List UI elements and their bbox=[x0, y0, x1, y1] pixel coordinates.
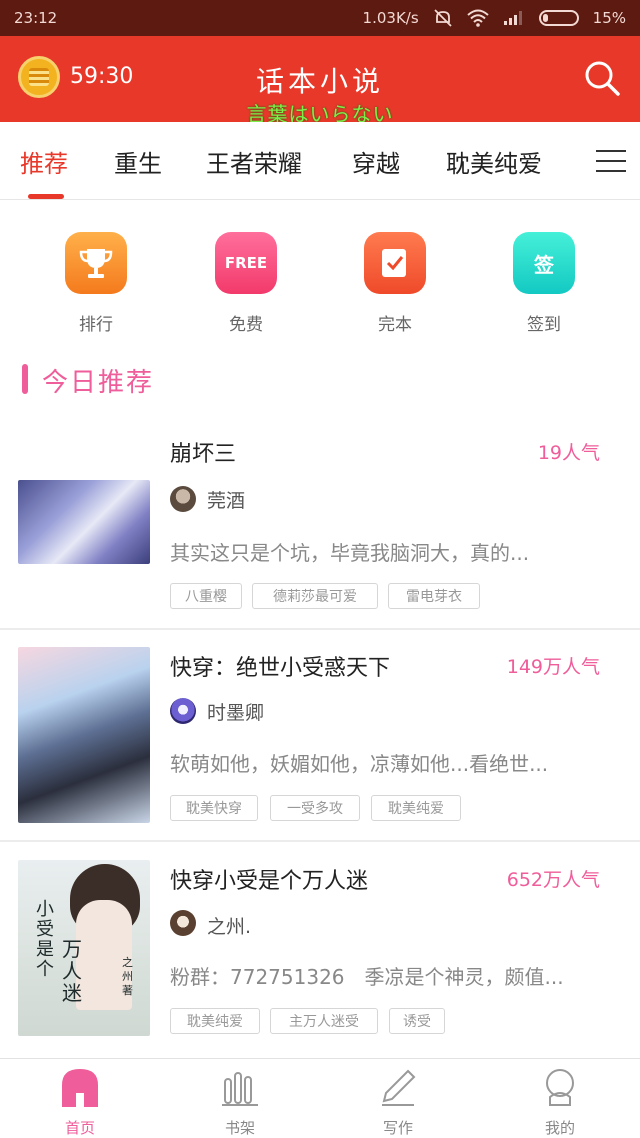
signal-icon bbox=[503, 11, 522, 25]
divider bbox=[0, 840, 640, 842]
nav-home-label: 首页 bbox=[64, 1119, 95, 1137]
book-tag[interactable]: 雷电芽衣 bbox=[388, 583, 480, 609]
book-tag[interactable]: 耽美纯爱 bbox=[371, 795, 461, 821]
nav-mine[interactable]: 我的 bbox=[500, 1067, 620, 1138]
book-cover[interactable]: 小受是个 万人迷 之州 著 bbox=[18, 860, 150, 1036]
free-badge: FREE bbox=[224, 254, 268, 272]
category-tabs: 推荐 重生 王者荣耀 穿越 耽美纯爱 bbox=[0, 122, 640, 200]
book-description: 粉群：772751326 季凉是个神灵，颇值... bbox=[170, 965, 564, 989]
avatar bbox=[170, 910, 196, 936]
book-author[interactable]: 之州. bbox=[207, 912, 251, 939]
trophy-icon bbox=[65, 232, 127, 294]
quick-sign-in[interactable]: 签 签到 bbox=[484, 232, 604, 335]
battery-level: 15% bbox=[592, 9, 626, 27]
app-title: 话本小说 bbox=[255, 65, 384, 98]
quick-free[interactable]: FREE 免费 bbox=[186, 232, 306, 335]
book-tag[interactable]: 德莉莎最可爱 bbox=[252, 583, 378, 609]
book-title[interactable]: 快穿小受是个万人迷 bbox=[170, 863, 368, 895]
battery-icon bbox=[538, 10, 579, 26]
tab-danmei[interactable]: 耽美纯爱 bbox=[446, 144, 542, 179]
book-cover[interactable] bbox=[18, 647, 150, 823]
book-author[interactable]: 莞酒 bbox=[207, 486, 245, 513]
check-note-icon bbox=[364, 232, 426, 294]
cover-title-2: 万人迷 bbox=[62, 937, 82, 1005]
cover-title-1: 小受是个 bbox=[36, 899, 54, 980]
book-tag[interactable]: 耽美快穿 bbox=[170, 795, 258, 821]
nav-home[interactable]: 首页 bbox=[20, 1067, 140, 1138]
nav-write[interactable]: 写作 bbox=[338, 1067, 458, 1138]
quick-completed-label: 完本 bbox=[378, 315, 412, 335]
book-tag[interactable]: 八重樱 bbox=[170, 583, 242, 609]
nav-bookshelf-label: 书架 bbox=[224, 1119, 255, 1137]
menu-icon[interactable] bbox=[596, 150, 626, 174]
active-tab-indicator bbox=[28, 194, 64, 199]
home-icon bbox=[62, 1069, 98, 1107]
free-icon: FREE bbox=[215, 232, 277, 294]
quick-ranking[interactable]: 排行 bbox=[36, 232, 156, 335]
quick-completed[interactable]: 完本 bbox=[335, 232, 455, 335]
status-bar: 23:12 1.03K/s 15% bbox=[0, 0, 640, 36]
book-tag[interactable]: 主万人迷受 bbox=[270, 1008, 378, 1034]
quick-free-label: 免费 bbox=[229, 315, 263, 335]
app-header: 59:30 话本小说 言葉はいらない bbox=[0, 36, 640, 126]
bookshelf-icon bbox=[222, 1072, 258, 1106]
search-icon[interactable] bbox=[582, 58, 622, 98]
tab-recommend[interactable]: 推荐 bbox=[20, 144, 68, 179]
sign-in-icon: 签 bbox=[513, 232, 575, 294]
avatar bbox=[170, 486, 196, 512]
book-title[interactable]: 快穿：绝世小受惑天下 bbox=[170, 650, 390, 682]
cover-author: 之州 著 bbox=[122, 956, 133, 997]
status-time: 23:12 bbox=[14, 9, 58, 27]
nav-write-label: 写作 bbox=[382, 1119, 413, 1137]
book-tag[interactable]: 诱受 bbox=[389, 1008, 445, 1034]
sign-in-badge: 签 bbox=[534, 252, 554, 277]
tab-honor-of-kings[interactable]: 王者荣耀 bbox=[206, 144, 302, 179]
book-popularity: 19人气 bbox=[537, 442, 600, 464]
status-right: 1.03K/s 15% bbox=[363, 8, 626, 28]
profile-icon bbox=[546, 1069, 574, 1106]
nav-bookshelf[interactable]: 书架 bbox=[180, 1067, 300, 1138]
book-description: 其实这只是个坑，毕竟我脑洞大，真的... bbox=[170, 541, 530, 565]
pencil-icon bbox=[382, 1069, 416, 1106]
book-cover[interactable] bbox=[18, 480, 150, 564]
book-popularity: 652万人气 bbox=[506, 869, 600, 891]
section-marker bbox=[22, 364, 28, 394]
nav-mine-label: 我的 bbox=[544, 1119, 575, 1137]
mute-icon bbox=[434, 9, 452, 27]
book-description: 软萌如他，妖媚如他，凉薄如他...看绝世... bbox=[170, 752, 549, 776]
wifi-icon bbox=[466, 9, 489, 27]
quick-ranking-label: 排行 bbox=[79, 315, 113, 335]
divider bbox=[0, 628, 640, 630]
book-tag[interactable]: 一受多攻 bbox=[270, 795, 360, 821]
book-tag[interactable]: 耽美纯爱 bbox=[170, 1008, 260, 1034]
book-popularity: 149万人气 bbox=[506, 656, 600, 678]
avatar bbox=[170, 698, 196, 724]
bottom-nav: 首页 书架 写作 我的 bbox=[0, 1058, 640, 1138]
book-author[interactable]: 时墨卿 bbox=[207, 698, 264, 725]
app-screen: 23:12 1.03K/s 15% 59:30 话本小说 言葉はいらない 推荐 … bbox=[0, 0, 640, 1138]
quick-sign-in-label: 签到 bbox=[527, 315, 561, 335]
book-title[interactable]: 崩坏三 bbox=[170, 436, 236, 468]
section-title: 今日推荐 bbox=[42, 368, 155, 398]
tab-rebirth[interactable]: 重生 bbox=[114, 144, 162, 179]
tab-time-travel[interactable]: 穿越 bbox=[352, 144, 400, 179]
network-speed: 1.03K/s bbox=[362, 9, 419, 27]
